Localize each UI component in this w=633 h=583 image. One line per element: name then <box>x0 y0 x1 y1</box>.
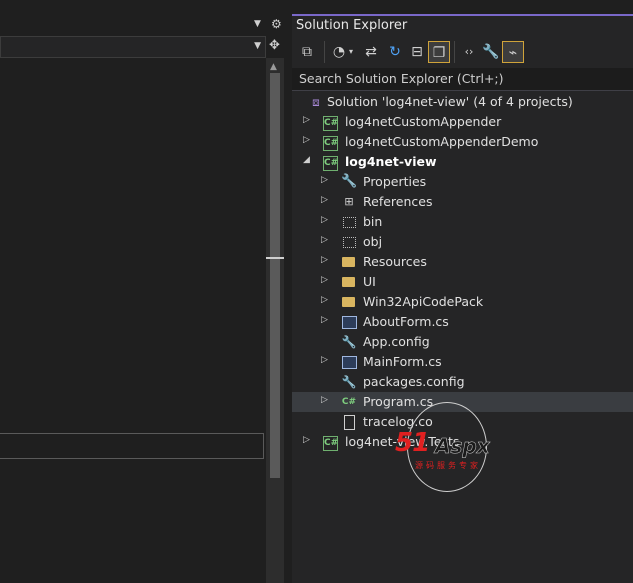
tree-item-label: packages.config <box>363 374 465 389</box>
tree-item-label: MainForm.cs <box>363 354 442 369</box>
tree-item-label: log4netCustomAppender <box>345 114 502 129</box>
csharp-project-icon: C# <box>323 156 338 171</box>
csharp-project-icon: C# <box>323 136 338 151</box>
split-icon: ✥ <box>269 38 280 53</box>
show-all-files-icon[interactable]: ❐ <box>428 41 450 63</box>
tree-item-label: Win32ApiCodePack <box>363 294 484 309</box>
search-solution-explorer-input[interactable]: Search Solution Explorer (Ctrl+;) <box>292 68 633 91</box>
dotted-folder-icon <box>341 214 357 230</box>
expand-arrow-icon[interactable]: ▷ <box>321 355 328 365</box>
scrollbar-thumb[interactable] <box>270 73 280 478</box>
tree-item[interactable]: ▷ obj <box>292 232 633 252</box>
properties-wrench-icon[interactable]: 🔧 <box>480 41 502 63</box>
expand-arrow-icon[interactable]: ▷ <box>321 275 328 285</box>
tree-item-label: Properties <box>363 174 427 189</box>
tree-item[interactable]: ◢ C# log4net-view <box>292 152 633 172</box>
expand-arrow-icon[interactable]: ▷ <box>303 115 310 125</box>
form-icon <box>341 354 357 370</box>
solution-explorer-toolbar: ⧉ ◔ ▾ ⇄ ↻ ⊟ ❐ ‹› 🔧 ⌁ <box>292 38 633 66</box>
folder-icon <box>341 294 357 310</box>
tree-item-label: log4net-view <box>345 154 437 169</box>
config-icon: 🔧 <box>341 375 357 389</box>
form-icon <box>341 314 357 330</box>
expand-arrow-icon[interactable]: ▷ <box>303 135 310 145</box>
code-view-icon[interactable]: ‹› <box>458 41 480 63</box>
tree-item-label: Resources <box>363 254 427 269</box>
panel-title: Solution Explorer <box>296 18 408 33</box>
tree-item[interactable]: ▷ UI <box>292 272 633 292</box>
expand-arrow-icon[interactable]: ▷ <box>321 315 328 325</box>
refresh-icon[interactable]: ↻ <box>384 41 406 63</box>
tree-item[interactable]: ▷ C# log4netCustomAppender <box>292 112 633 132</box>
watermark-logo: 51 Aspx 源码服务专家 <box>395 402 495 492</box>
tree-item-label: Solution 'log4net-view' (4 of 4 projects… <box>327 94 573 109</box>
tree-item-label: obj <box>363 234 383 249</box>
toolbar-separator <box>454 41 455 63</box>
tree-item-label: AboutForm.cs <box>363 314 449 329</box>
watermark-brand: 51 <box>395 428 430 458</box>
expand-arrow-icon[interactable]: ▷ <box>303 435 310 445</box>
chevron-down-icon[interactable]: ▼ <box>254 41 261 51</box>
scroll-up-icon[interactable]: ▲ <box>270 62 277 72</box>
dotted-folder-icon <box>341 234 357 250</box>
solution-explorer-panel: Solution Explorer ⧉ ◔ ▾ ⇄ ↻ ⊟ ❐ ‹› 🔧 ⌁ S… <box>292 14 633 583</box>
tree-item[interactable]: ⧈ Solution 'log4net-view' (4 of 4 project… <box>292 92 633 112</box>
expand-arrow-icon[interactable]: ▷ <box>321 235 328 245</box>
tree-item[interactable]: ▷ C# log4netCustomAppenderDemo <box>292 132 633 152</box>
csharp-project-icon: C# <box>323 436 338 451</box>
editor-vertical-scrollbar[interactable]: ▲ <box>266 58 284 583</box>
tree-item[interactable]: 🔧 App.config <box>292 332 633 352</box>
tree-item[interactable]: ▷ MainForm.cs <box>292 352 633 372</box>
file-icon <box>341 414 357 430</box>
tree-item[interactable]: ▷ Win32ApiCodePack <box>292 292 633 312</box>
tree-item-label: bin <box>363 214 383 229</box>
search-placeholder: Search Solution Explorer (Ctrl+;) <box>299 71 504 86</box>
editor-area: ▼ ⚙ ▼ ✥ ▲ <box>0 0 284 583</box>
vs-switch-views-icon[interactable]: ⧉ <box>296 41 318 63</box>
collapse-all-icon[interactable]: ⊟ <box>406 41 428 63</box>
tree-item[interactable]: ▷ AboutForm.cs <box>292 312 633 332</box>
folder-icon <box>341 274 357 290</box>
history-dropdown-icon[interactable]: ▾ <box>346 41 356 63</box>
preview-selected-items-icon[interactable]: ⌁ <box>502 41 524 63</box>
tree-item-label: log4netCustomAppenderDemo <box>345 134 539 149</box>
tree-item[interactable]: ▷ Resources <box>292 252 633 272</box>
tree-item[interactable]: ▷ ⊞ References <box>292 192 633 212</box>
expand-arrow-icon[interactable]: ▷ <box>321 175 328 185</box>
config-icon: 🔧 <box>341 335 357 349</box>
scroll-position-marker <box>266 257 284 259</box>
tree-item-label: App.config <box>363 334 430 349</box>
sync-icon[interactable]: ⇄ <box>360 41 382 63</box>
tab-list-dropdown-icon[interactable]: ▼ <box>254 19 261 29</box>
gear-icon[interactable]: ⚙ <box>271 17 282 31</box>
split-editor-button[interactable]: ✥ <box>266 36 284 58</box>
csharp-file-icon: C# <box>341 397 357 407</box>
expand-arrow-icon[interactable]: ▷ <box>321 255 328 265</box>
tree-item[interactable]: 🔧 packages.config <box>292 372 633 392</box>
references-icon: ⊞ <box>344 195 354 208</box>
output-panel-input[interactable] <box>0 433 264 459</box>
watermark-brand-suffix: Aspx <box>435 434 490 459</box>
expand-arrow-icon[interactable]: ▷ <box>321 195 328 205</box>
solution-icon: ⧈ <box>312 95 320 109</box>
tree-item-label: UI <box>363 274 376 289</box>
wrench-icon: 🔧 <box>341 174 358 189</box>
toolbar-separator <box>324 41 325 63</box>
tree-item[interactable]: ▷ bin <box>292 212 633 232</box>
expanded-arrow-icon[interactable]: ◢ <box>303 155 310 165</box>
expand-arrow-icon[interactable]: ▷ <box>321 215 328 225</box>
editor-tab-strip: ▼ ⚙ <box>0 14 284 36</box>
folder-icon <box>341 254 357 270</box>
splitter[interactable] <box>284 0 292 583</box>
tree-item-label: References <box>363 194 433 209</box>
tree-item[interactable]: ▷ 🔧 Properties <box>292 172 633 192</box>
watermark-subtitle: 源码服务专家 <box>415 461 481 470</box>
csharp-project-icon: C# <box>323 116 338 131</box>
expand-arrow-icon[interactable]: ▷ <box>321 295 328 305</box>
expand-arrow-icon[interactable]: ▷ <box>321 395 328 405</box>
navigation-bar-dropdown[interactable]: ▼ <box>0 36 266 58</box>
